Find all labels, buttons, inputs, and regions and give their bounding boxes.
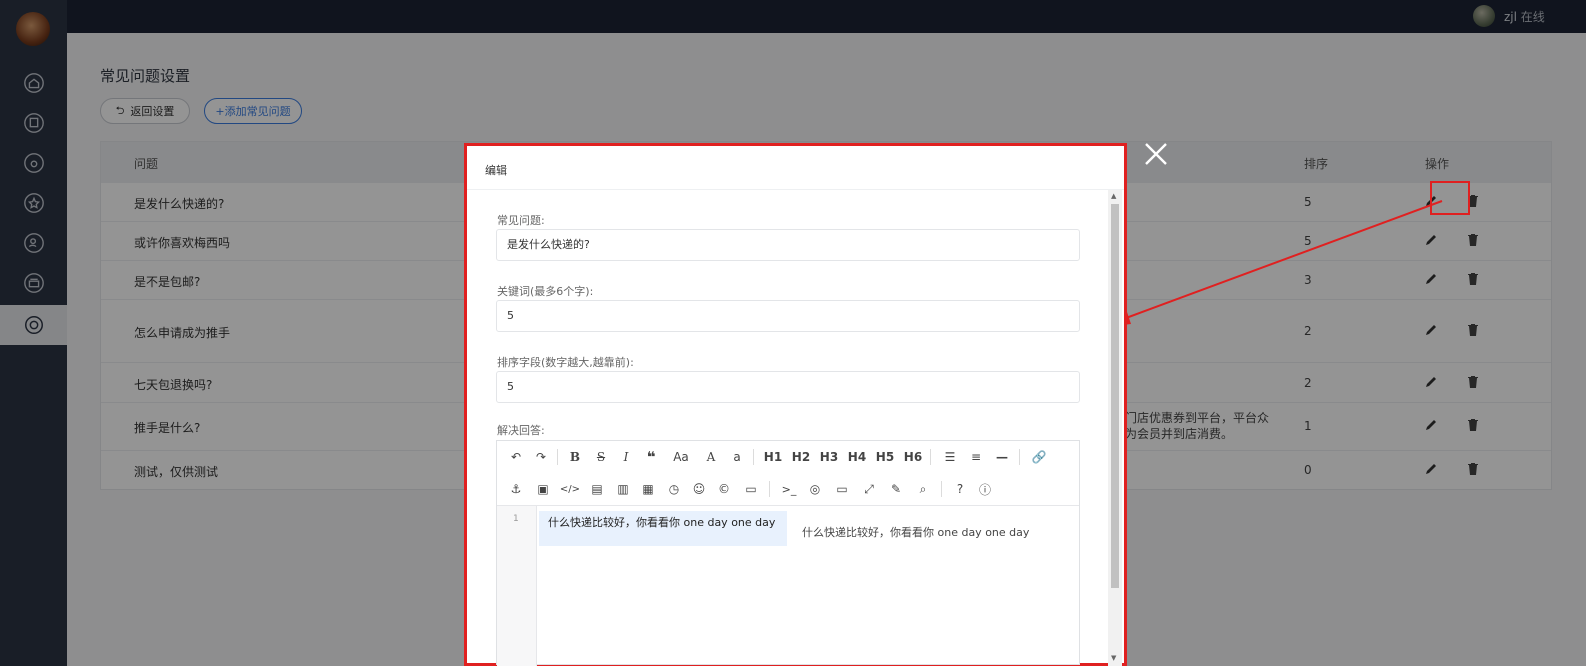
datetime-icon[interactable]: ◷ [663, 479, 685, 499]
toolbar-divider [557, 449, 558, 465]
terminal-icon[interactable]: >_ [778, 479, 800, 499]
markdown-editor: ↶ ↷ B S I ❝ Aa A a H1 H2 H3 H4 H5 H6 ☰ ≡ [496, 440, 1080, 666]
editor-body: 1 什么快递比较好，你看看你 one day one day 什么快递比较好，你… [497, 505, 1079, 666]
quote-icon[interactable]: ❝ [640, 447, 662, 467]
modal-body: 常见问题: 是发什么快递的? 关键词(最多6个字): 5 排序字段(数字越大,越… [467, 190, 1107, 666]
pagebreak-icon[interactable]: ▭ [740, 479, 762, 499]
redo-icon[interactable]: ↷ [530, 447, 552, 467]
code-block-icon[interactable]: ▤ [586, 479, 608, 499]
keyword-input[interactable]: 5 [496, 300, 1080, 332]
faq-label: 常见问题: [497, 214, 545, 227]
scrollbar-thumb[interactable] [1111, 204, 1119, 588]
keyword-label: 关键词(最多6个字): [497, 285, 594, 298]
toolbar-divider [753, 449, 754, 465]
heading-4-button[interactable]: H4 [845, 447, 869, 467]
undo-icon[interactable]: ↶ [505, 447, 527, 467]
scroll-up-icon[interactable]: ▲ [1111, 192, 1116, 200]
toolbar-divider [941, 481, 942, 497]
code-icon[interactable]: </> [559, 479, 581, 499]
help-icon[interactable]: ? [949, 479, 971, 499]
fullscreen-icon[interactable]: ⤢ [858, 479, 880, 499]
horizontal-rule-icon[interactable]: — [991, 447, 1013, 467]
editor-toolbar-row-1: ↶ ↷ B S I ❝ Aa A a H1 H2 H3 H4 H5 H6 ☰ ≡ [497, 441, 1079, 473]
italic-icon[interactable]: I [615, 447, 637, 467]
scroll-down-icon[interactable]: ▼ [1111, 654, 1116, 662]
strikethrough-icon[interactable]: S [590, 447, 612, 467]
editor-toolbar-row-2: ⚓ ▣ </> ▤ ▥ ▦ ◷ ☺ © ▭ >_ ◎ ▭ ⤢ ✎ ⌕ ? ⓘ [497, 473, 1079, 505]
uppercase-icon[interactable]: A [700, 447, 722, 467]
modal-header: 编辑 [467, 146, 1124, 190]
close-modal-icon[interactable] [1143, 141, 1169, 167]
search-icon[interactable]: ⌕ [912, 479, 934, 499]
modal-scrollbar[interactable]: ▲ ▼ [1108, 190, 1122, 666]
modal-title: 编辑 [485, 164, 507, 177]
heading-5-button[interactable]: H5 [873, 447, 897, 467]
html-entities-icon[interactable]: © [713, 479, 735, 499]
answer-label: 解决回答: [497, 424, 545, 437]
lowercase-icon[interactable]: a [726, 447, 748, 467]
line-gutter: 1 [497, 506, 537, 666]
ordered-list-icon[interactable]: ≡ [965, 447, 987, 467]
faq-input[interactable]: 是发什么快递的? [496, 229, 1080, 261]
heading-2-button[interactable]: H2 [789, 447, 813, 467]
markdown-textarea[interactable]: 什么快递比较好，你看看你 one day one day [539, 511, 787, 546]
sort-input[interactable]: 5 [496, 371, 1080, 403]
markdown-preview: 什么快递比较好，你看看你 one day one day [802, 526, 1030, 539]
heading-3-button[interactable]: H3 [817, 447, 841, 467]
font-case-icon[interactable]: Aa [667, 447, 695, 467]
heading-6-button[interactable]: H6 [901, 447, 925, 467]
line-number: 1 [513, 514, 519, 524]
toolbar-divider [930, 449, 931, 465]
bold-icon[interactable]: B [564, 447, 586, 467]
table-icon[interactable]: ▦ [637, 479, 659, 499]
edit-modal: 编辑 常见问题: 是发什么快递的? 关键词(最多6个字): 5 排序字段(数字越… [464, 143, 1127, 666]
toolbar-divider [769, 481, 770, 497]
link-icon[interactable]: 🔗 [1028, 447, 1050, 467]
clear-icon[interactable]: ✎ [885, 479, 907, 499]
info-icon[interactable]: ⓘ [974, 479, 996, 499]
sort-label: 排序字段(数字越大,越靠前): [497, 356, 634, 369]
toolbar-divider [1019, 449, 1020, 465]
anchor-icon[interactable]: ⚓ [505, 479, 527, 499]
preview-icon[interactable]: ▭ [831, 479, 853, 499]
heading-1-button[interactable]: H1 [761, 447, 785, 467]
preformatted-icon[interactable]: ▥ [612, 479, 634, 499]
unordered-list-icon[interactable]: ☰ [939, 447, 961, 467]
watch-icon[interactable]: ◎ [804, 479, 826, 499]
image-icon[interactable]: ▣ [532, 479, 554, 499]
emoji-icon[interactable]: ☺ [688, 479, 710, 499]
